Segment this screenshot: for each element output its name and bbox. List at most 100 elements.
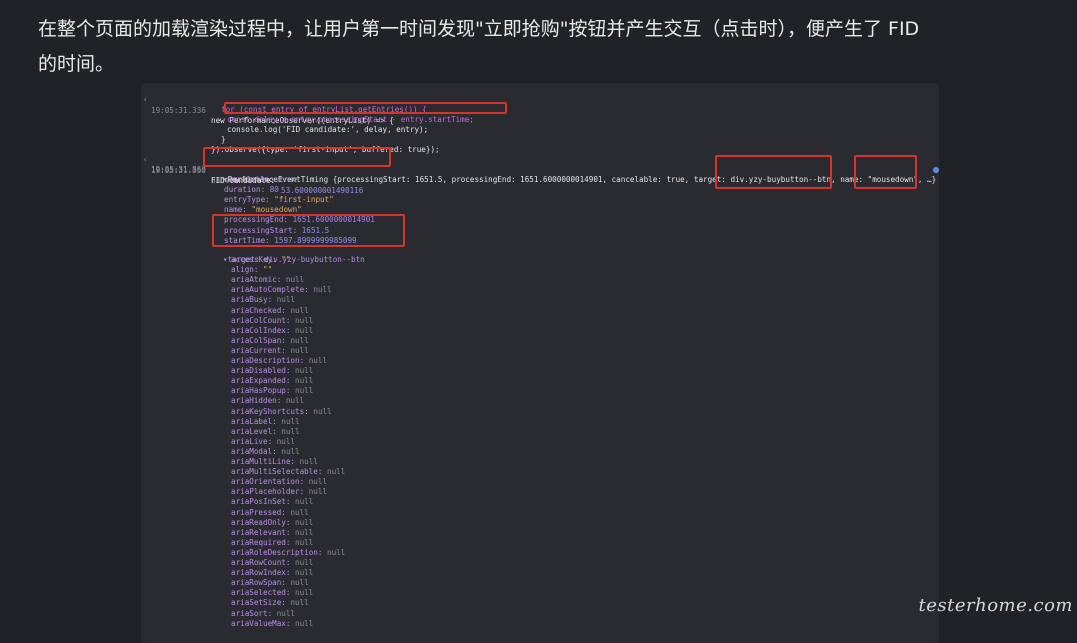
prop-value: null — [299, 457, 318, 466]
prop-key: ariaAtomic: null — [231, 275, 305, 285]
prop-key: ariaOrientation: null — [231, 477, 328, 487]
prop-row: ariaPressed: null — [141, 508, 939, 518]
console-screenshot: ‹ 19:05:31.336 new PerformanceObserver((… — [141, 83, 939, 643]
prop-value: null — [295, 366, 314, 376]
prop-key: ariaRoleDescription: null — [231, 547, 346, 557]
prop-row: ariaRequired: null — [141, 538, 939, 548]
prop-key: ariaColCount: null — [231, 315, 314, 325]
highlight-box-target — [715, 155, 832, 189]
prop-row: ariaKeyShortcuts: null — [141, 407, 939, 417]
prop-value: 80 — [269, 185, 279, 195]
prop-value: null — [295, 537, 314, 547]
prop-key: ariaSetSize: null — [231, 598, 309, 608]
console-line-close: } — [141, 125, 939, 144]
prop-value: null — [295, 376, 314, 386]
prop-key: ariaRowIndex: null — [231, 568, 314, 578]
info-icon — [933, 167, 939, 173]
prop-value: null — [276, 436, 296, 446]
prop-row: ariaDescription: null — [141, 356, 939, 366]
prop-row: ariaRowSpan: null — [141, 578, 939, 588]
prop-value: null — [290, 305, 309, 315]
prop-key: ariaPressed: null — [231, 507, 309, 517]
prop-row: ariaDisabled: null — [141, 366, 939, 376]
prop-value: null — [290, 345, 309, 355]
prop-value: null — [295, 588, 314, 598]
prop-value: null — [290, 507, 309, 517]
prop-row: ariaSelected: null — [141, 588, 939, 598]
prop-key: ariaBusy: null — [231, 295, 296, 305]
prop-row: ariaPosInSet: null — [141, 497, 939, 507]
prop-row: ariaRoleDescription: null — [141, 548, 939, 558]
prop-row: ariaLive: null — [141, 437, 939, 447]
prop-row: accessKey: "" — [141, 255, 939, 265]
prop-row: ariaCurrent: null — [141, 346, 939, 356]
prop-key: ariaPosInSet: null — [231, 497, 314, 507]
prop-key: ariaDescription: null — [231, 356, 328, 365]
article-paragraph: 在整个页面的加载渲染过程中，让用户第一时间发现"立即抢购"按钮并产生交互（点击时… — [38, 12, 1058, 82]
prop-row: ariaPlaceholder: null — [141, 487, 939, 497]
prop-value: null — [295, 517, 314, 527]
prop-value: null — [290, 578, 309, 588]
prop-key: ariaMultiSelectable: null — [231, 467, 346, 477]
prop-value: null — [295, 558, 314, 567]
prop-key: ariaMultiLine: null — [231, 457, 318, 466]
prop-row: ariaModal: null — [141, 447, 939, 457]
prop-row: ariaSort: null — [141, 609, 939, 619]
prop-row: ariaColCount: null — [141, 316, 939, 326]
prop-row: ariaMultiSelectable: null — [141, 467, 939, 477]
prop-value: null — [313, 406, 332, 416]
prop-value: null — [285, 275, 305, 285]
prop-key: ariaCurrent: null — [231, 345, 309, 355]
prop-key: ariaLevel: null — [231, 426, 300, 436]
prop-value: null — [276, 608, 296, 618]
prop-key: align: "" — [231, 265, 273, 275]
prop-key: ariaRowSpan: null — [231, 578, 309, 588]
prop-key: ariaKeyShortcuts: null — [231, 406, 332, 416]
prop-row: ariaColSpan: null — [141, 336, 939, 346]
prop-key: entryType: "first-input" — [224, 195, 334, 205]
prop-row: align: "" — [141, 265, 939, 275]
prop-value: null — [281, 426, 300, 436]
prop-value: null — [327, 547, 346, 557]
prop-key: ariaRowCount: null — [231, 558, 314, 567]
prop-key: ariaHasPopup: null — [231, 386, 314, 396]
prop-key: ariaAutoComplete: null — [231, 285, 332, 295]
prop-key: ariaPlaceholder: null — [231, 487, 328, 497]
prop-key: ariaLive: null — [231, 436, 296, 446]
prop-value: null — [308, 477, 328, 487]
prop-row: ariaRelevant: null — [141, 528, 939, 538]
article-line-2: 的时间。 — [38, 53, 115, 75]
prop-key: ariaModal: null — [231, 446, 300, 456]
prop-row: ariaHidden: null — [141, 396, 939, 406]
prop-value: null — [276, 295, 296, 305]
prop-value: null — [295, 497, 314, 507]
prop-key: ariaRelevant: null — [231, 527, 314, 537]
prop-key: accessKey: "" — [231, 255, 291, 264]
prop-row: entryType: "first-input" — [141, 195, 939, 205]
prop-key: ariaHidden: null — [231, 396, 305, 406]
prop-row: ariaLevel: null — [141, 427, 939, 437]
prop-row: ariaExpanded: null — [141, 376, 939, 386]
prop-value: null — [327, 467, 346, 477]
highlight-box-timings — [212, 214, 405, 247]
prop-row: ariaMultiLine: null — [141, 457, 939, 467]
prop-key: ariaReadOnly: null — [231, 517, 314, 527]
prop-key: ariaSort: null — [231, 608, 296, 618]
prop-value: "first-input" — [274, 195, 334, 205]
prop-key: ariaValueMax: null — [231, 618, 314, 628]
prop-value: null — [295, 568, 314, 578]
prop-key: duration: 80 — [224, 185, 279, 195]
prop-value: "" — [263, 265, 273, 275]
prop-value: null — [281, 416, 300, 426]
prop-row: ariaSetSize: null — [141, 598, 939, 608]
prop-key: ariaSelected: null — [231, 588, 314, 598]
console-line-log: console.log('FID candidate:', delay, ent… — [141, 115, 939, 134]
prop-row: ariaLabel: null — [141, 417, 939, 427]
prop-row: ariaAutoComplete: null — [141, 285, 939, 295]
prop-row: ariaAtomic: null — [141, 275, 939, 285]
article-line-1: 在整个页面的加载渲染过程中，让用户第一时间发现"立即抢购"按钮并产生交互（点击时… — [38, 18, 920, 40]
prop-value: null — [308, 356, 328, 365]
prop-key: ariaRequired: null — [231, 537, 314, 547]
prop-value: null — [308, 487, 328, 497]
prop-row: ariaOrientation: null — [141, 477, 939, 487]
